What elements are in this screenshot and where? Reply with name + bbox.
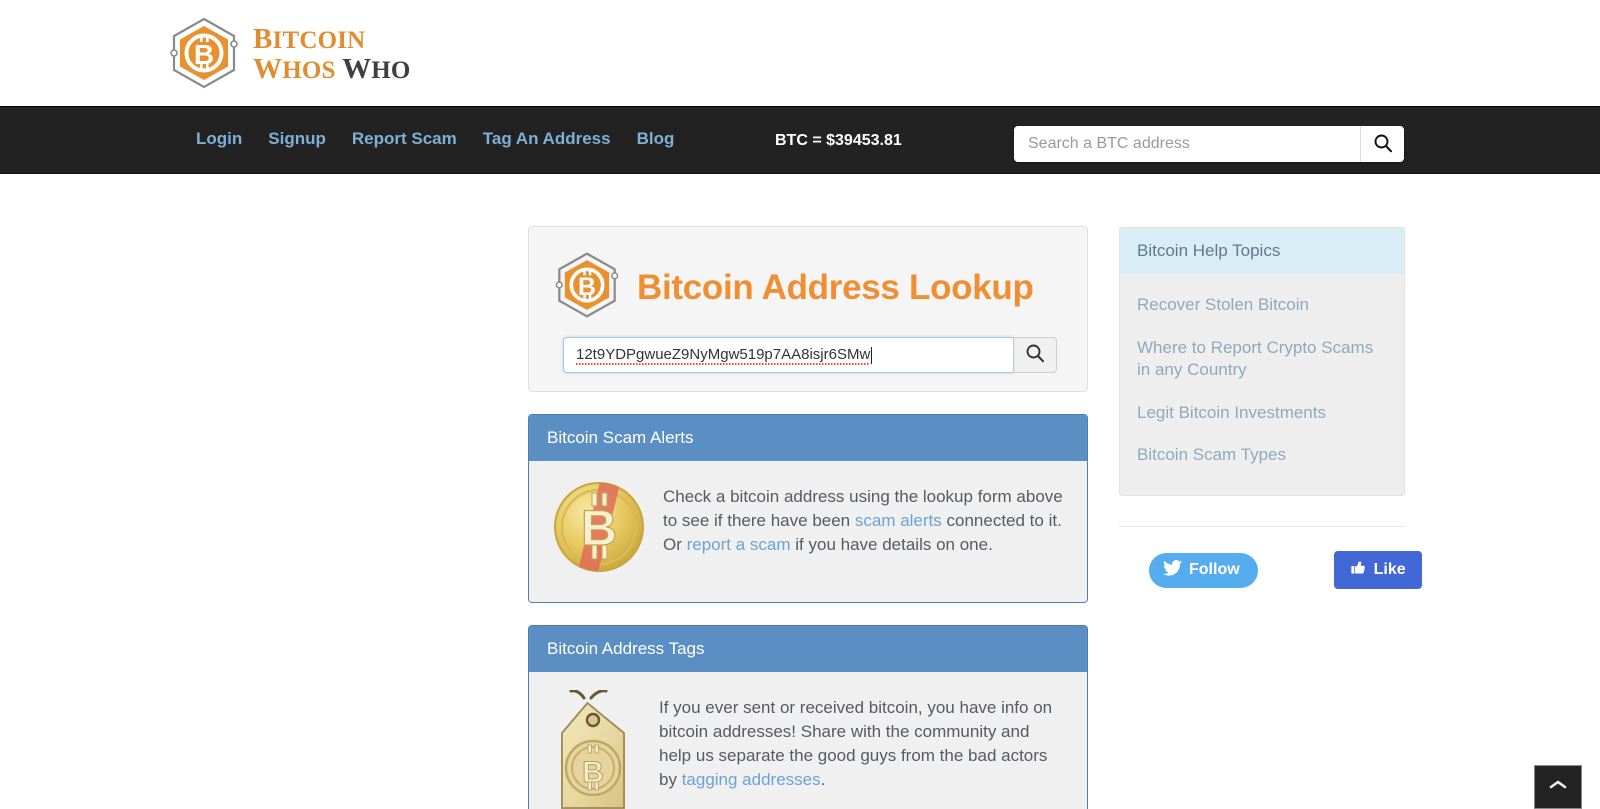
logo-line-bitcoin: BITCOIN bbox=[253, 23, 366, 56]
bitcoin-coin-alert-icon: B bbox=[551, 479, 647, 580]
page-root: B BITCOIN WHOS WHO Login Signup Report S… bbox=[0, 0, 1600, 809]
address-input-value: 12t9YDPgwueZ9NyMgw519p7AA8isjr6SMw bbox=[576, 345, 871, 365]
scam-alerts-heading: Bitcoin Scam Alerts bbox=[529, 415, 1087, 461]
chevron-up-icon bbox=[1549, 778, 1567, 796]
report-a-scam-link[interactable]: report a scam bbox=[687, 535, 791, 554]
lookup-panel-header: B Bitcoin Address Lookup bbox=[529, 227, 1087, 326]
help-topics-heading: Bitcoin Help Topics bbox=[1120, 228, 1404, 274]
scam-alerts-panel: Bitcoin Scam Alerts B Check a bitcoin ad… bbox=[528, 414, 1088, 603]
help-topic-recover-stolen-bitcoin[interactable]: Recover Stolen Bitcoin bbox=[1137, 284, 1387, 327]
thumbs-up-icon bbox=[1350, 559, 1367, 581]
address-tags-text: If you ever sent or received bitcoin, yo… bbox=[659, 690, 1065, 809]
site-header: B BITCOIN WHOS WHO bbox=[0, 0, 1600, 110]
address-tags-heading: Bitcoin Address Tags bbox=[529, 626, 1087, 672]
svg-text:B: B bbox=[581, 500, 617, 556]
logo-line-whos-who: WHOS WHO bbox=[253, 53, 411, 85]
nav-link-list: Login Signup Report Scam Tag An Address … bbox=[196, 129, 700, 149]
scam-alerts-text: Check a bitcoin address using the lookup… bbox=[663, 479, 1065, 580]
help-topics-box: Bitcoin Help Topics Recover Stolen Bitco… bbox=[1119, 227, 1405, 497]
address-input[interactable]: 12t9YDPgwueZ9NyMgw519p7AA8isjr6SMw bbox=[563, 337, 1013, 373]
facebook-like-button[interactable]: Like bbox=[1333, 551, 1422, 590]
twitter-follow-button[interactable]: Follow bbox=[1149, 552, 1258, 588]
twitter-bird-icon bbox=[1163, 559, 1182, 581]
main-navbar: Login Signup Report Scam Tag An Address … bbox=[0, 106, 1600, 174]
bitcoin-hexagon-logo-icon: B bbox=[165, 14, 243, 92]
address-tags-text-2: . bbox=[820, 770, 826, 790]
bitcoin-hexagon-icon: B bbox=[551, 249, 623, 326]
nav-link-tag-an-address[interactable]: Tag An Address bbox=[483, 129, 637, 149]
lookup-submit-button[interactable] bbox=[1013, 337, 1057, 373]
svg-text:B: B bbox=[194, 39, 214, 70]
tagging-addresses-link[interactable]: tagging addresses bbox=[682, 770, 821, 789]
social-buttons-row: Follow Like bbox=[1119, 526, 1422, 590]
address-tags-body: B If you ever sent or received bitcoin, … bbox=[529, 672, 1087, 809]
twitter-follow-label: Follow bbox=[1189, 561, 1240, 579]
address-tags-panel: Bitcoin Address Tags B If you ever sent … bbox=[528, 625, 1088, 809]
site-logo[interactable]: B BITCOIN WHOS WHO bbox=[165, 14, 411, 92]
search-icon bbox=[1025, 343, 1045, 368]
scam-alerts-text-3: if you have details on one. bbox=[790, 535, 993, 555]
help-topic-legit-bitcoin-investments[interactable]: Legit Bitcoin Investments bbox=[1137, 392, 1387, 435]
address-lookup-form: 12t9YDPgwueZ9NyMgw519p7AA8isjr6SMw bbox=[563, 337, 1057, 373]
nav-link-blog[interactable]: Blog bbox=[637, 129, 701, 149]
help-topic-where-to-report-crypto-scams[interactable]: Where to Report Crypto Scams in any Coun… bbox=[1137, 327, 1387, 392]
text-caret bbox=[871, 346, 873, 364]
svg-text:B: B bbox=[578, 273, 596, 301]
address-lookup-panel: B Bitcoin Address Lookup 12t9YDPgwueZ9Ny… bbox=[528, 226, 1088, 392]
scam-alerts-body: B Check a bitcoin address using the look… bbox=[529, 461, 1087, 602]
logo-wordmark: BITCOIN WHOS WHO bbox=[253, 21, 411, 84]
nav-link-login[interactable]: Login bbox=[196, 129, 268, 149]
scroll-to-top-button[interactable] bbox=[1534, 765, 1582, 809]
nav-link-report-scam[interactable]: Report Scam bbox=[352, 129, 483, 149]
bitcoin-tag-icon: B bbox=[551, 689, 643, 809]
help-topics-list: Recover Stolen Bitcoin Where to Report C… bbox=[1120, 274, 1404, 495]
page-title: Bitcoin Address Lookup bbox=[637, 267, 1034, 307]
navbar-search bbox=[1014, 126, 1404, 162]
search-input[interactable] bbox=[1014, 126, 1360, 162]
svg-text:B: B bbox=[582, 756, 604, 789]
sidebar: Bitcoin Help Topics Recover Stolen Bitco… bbox=[1119, 227, 1422, 590]
main-content-column: B Bitcoin Address Lookup 12t9YDPgwueZ9Ny… bbox=[528, 226, 1088, 809]
search-icon bbox=[1373, 133, 1393, 156]
help-topic-bitcoin-scam-types[interactable]: Bitcoin Scam Types bbox=[1137, 434, 1387, 477]
search-submit-button[interactable] bbox=[1360, 126, 1404, 162]
scam-alerts-link[interactable]: scam alerts bbox=[855, 511, 942, 530]
facebook-like-label: Like bbox=[1373, 561, 1406, 579]
nav-link-signup[interactable]: Signup bbox=[268, 129, 352, 149]
btc-price-ticker: BTC = $39453.81 bbox=[775, 132, 902, 149]
